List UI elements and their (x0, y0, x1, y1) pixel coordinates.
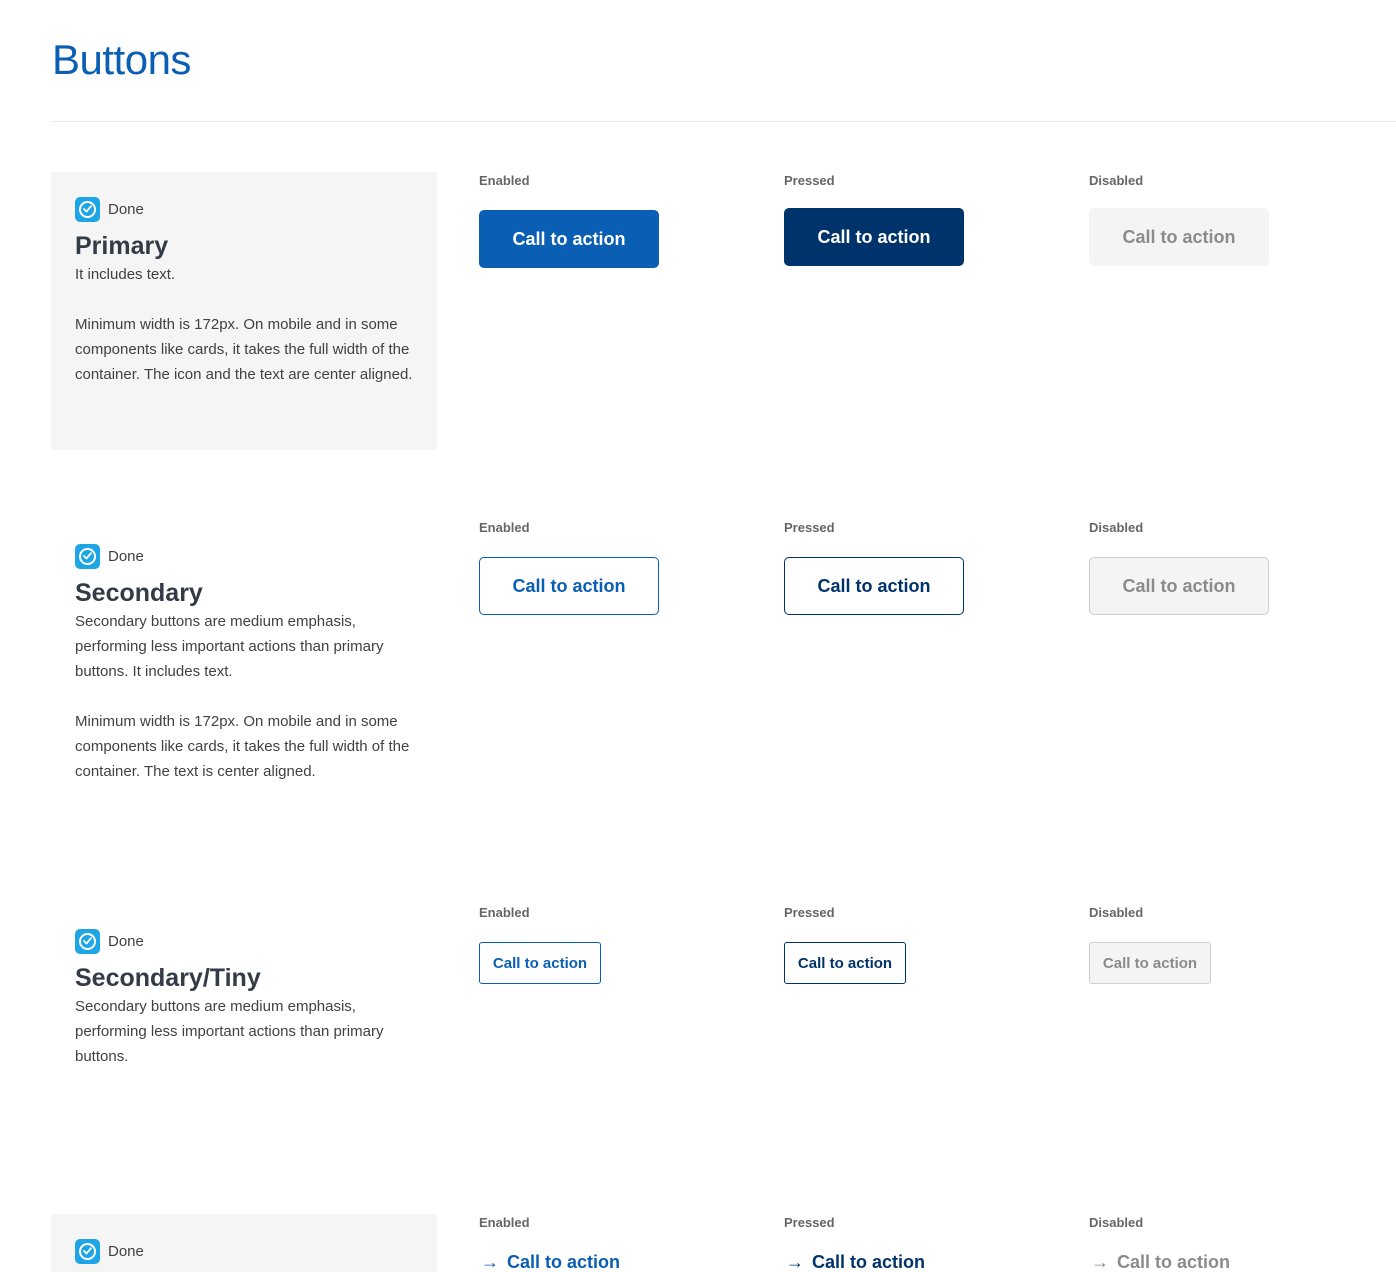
section-title: Secondary (75, 579, 203, 607)
state-label-pressed: Pressed (784, 173, 835, 188)
status-row: Done (75, 1238, 413, 1264)
check-icon (75, 928, 100, 954)
state-label-disabled: Disabled (1089, 173, 1144, 188)
state-label-disabled: Disabled (1089, 520, 1144, 535)
secondary-tiny-info-panel: Done Secondary/Tiny Secondary buttons ar… (51, 904, 437, 1104)
status-label: Done (108, 200, 144, 218)
state-label-enabled: Enabled (479, 905, 530, 920)
description-paragraph: It includes text. (75, 266, 176, 283)
check-icon (75, 1238, 100, 1264)
link-button-label: Call to action (507, 1252, 621, 1272)
link-button-label: Call to action (1117, 1252, 1231, 1272)
link-button-disabled[interactable]: → Call to action (1091, 1252, 1230, 1272)
title-divider (51, 121, 1396, 122)
state-label-enabled: Enabled (479, 1215, 530, 1230)
state-label-disabled: Disabled (1089, 1215, 1144, 1230)
status-label: Done (108, 1242, 144, 1260)
secondary-button-pressed[interactable]: Call to action (784, 557, 964, 615)
description-paragraph: Minimum width is 172px. On mobile and in… (75, 316, 413, 383)
status-label: Done (108, 547, 144, 565)
status-row: Done (75, 928, 413, 954)
state-label-pressed: Pressed (784, 905, 835, 920)
link-button-enabled[interactable]: → Call to action (481, 1252, 620, 1272)
check-icon (75, 543, 100, 569)
link-button-label: Call to action (812, 1252, 926, 1272)
state-label-pressed: Pressed (784, 1215, 835, 1230)
primary-info-panel: Done Primary It includes text. Minimum w… (51, 172, 437, 450)
status-row: Done (75, 196, 413, 222)
tiny-button-pressed[interactable]: Call to action (784, 942, 906, 984)
secondary-info-panel: Done Secondary Secondary buttons are med… (51, 519, 437, 839)
check-icon (75, 196, 100, 222)
status-row: Done (75, 543, 413, 569)
secondary-button-enabled[interactable]: Call to action (479, 557, 659, 615)
arrow-right-icon: → (481, 1252, 499, 1272)
description-paragraph: Secondary buttons are medium emphasis, p… (75, 998, 384, 1065)
arrow-right-icon: → (786, 1252, 804, 1272)
tiny-button-disabled[interactable]: Call to action (1089, 942, 1211, 984)
tiny-button-enabled[interactable]: Call to action (479, 942, 601, 984)
section-description: It includes text. Minimum width is 172px… (75, 262, 413, 387)
state-label-enabled: Enabled (479, 520, 530, 535)
status-label: Done (108, 932, 144, 950)
state-label-disabled: Disabled (1089, 905, 1144, 920)
state-label-pressed: Pressed (784, 520, 835, 535)
primary-button-pressed[interactable]: Call to action (784, 208, 964, 266)
section-description: Secondary buttons are medium emphasis, p… (75, 609, 413, 784)
page-title: Buttons (52, 36, 191, 83)
description-paragraph: Minimum width is 172px. On mobile and in… (75, 713, 410, 780)
secondary-button-disabled[interactable]: Call to action (1089, 557, 1269, 615)
arrow-right-icon: → (1091, 1252, 1109, 1272)
description-paragraph: Secondary buttons are medium emphasis, p… (75, 613, 384, 680)
section-description: Secondary buttons are medium emphasis, p… (75, 994, 413, 1069)
link-info-panel: Done (51, 1214, 437, 1272)
primary-button-disabled[interactable]: Call to action (1089, 208, 1269, 266)
section-title: Primary (75, 232, 169, 260)
link-button-pressed[interactable]: → Call to action (786, 1252, 925, 1272)
section-title: Secondary/Tiny (75, 964, 261, 992)
primary-button-enabled[interactable]: Call to action (479, 210, 659, 268)
state-label-enabled: Enabled (479, 173, 530, 188)
